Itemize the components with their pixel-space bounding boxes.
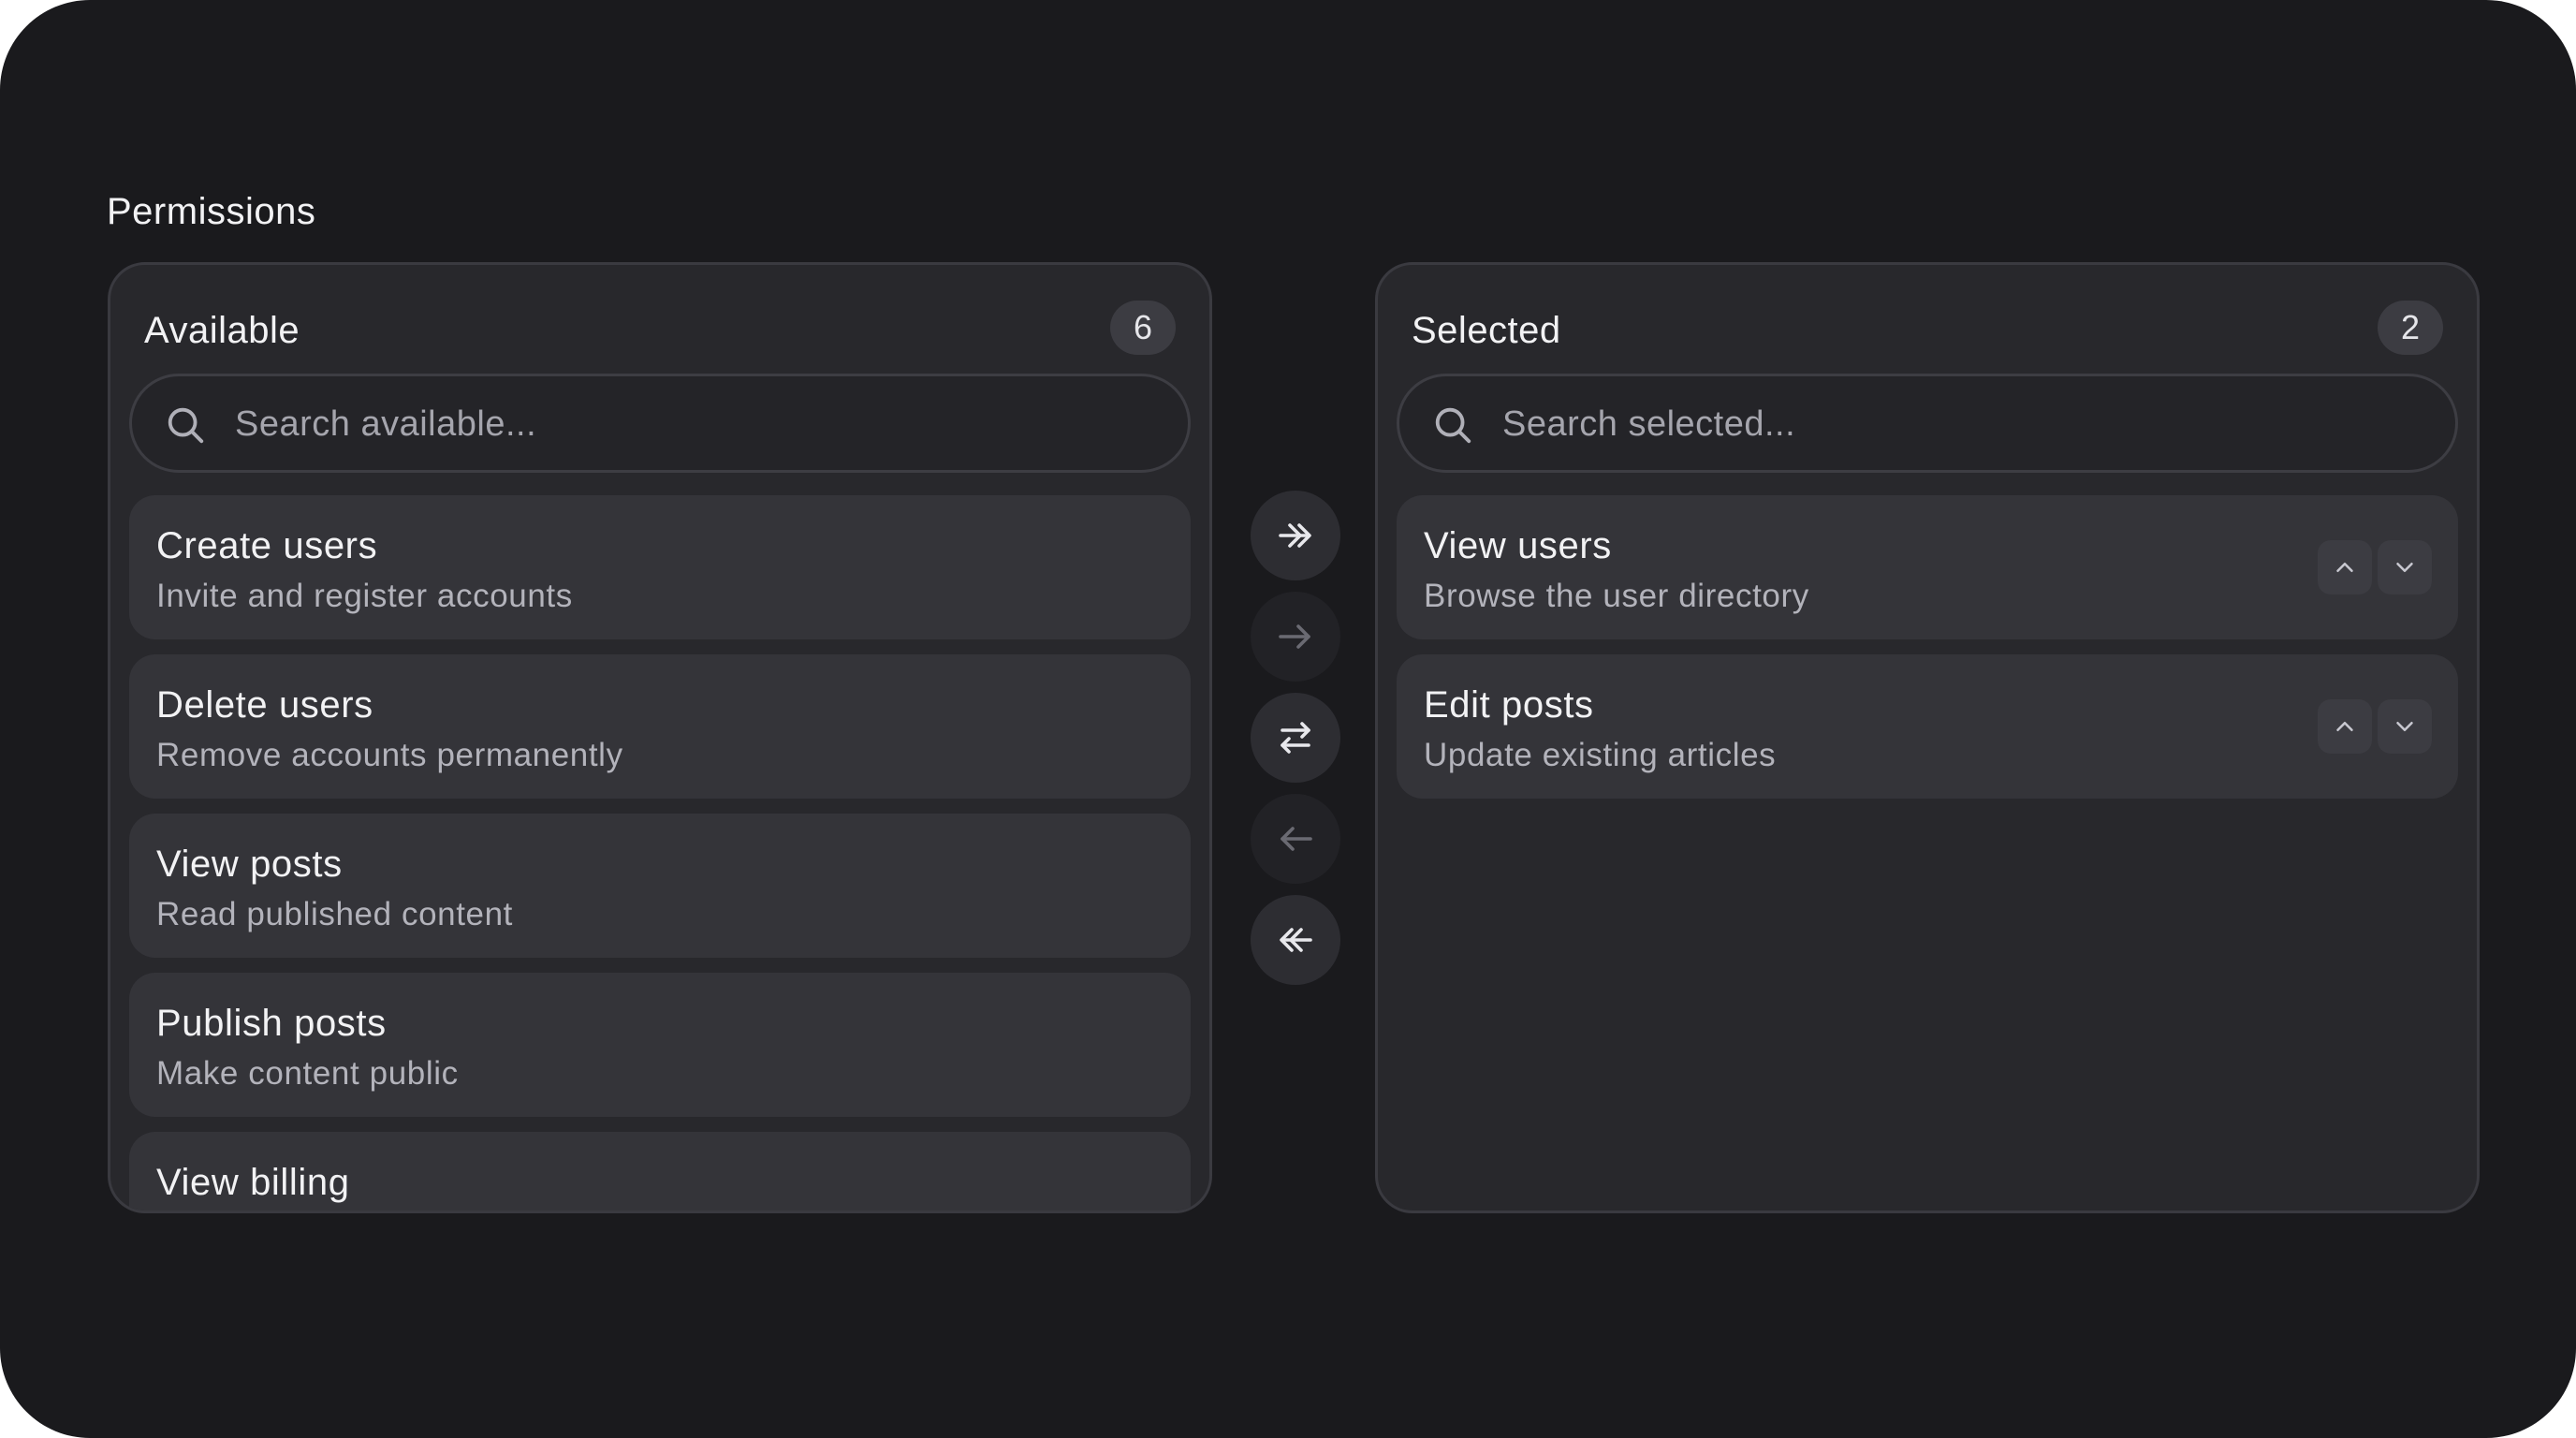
available-search-input[interactable] [233,376,1162,472]
item-description: Remove accounts permanently [156,737,623,773]
item-title: View posts [156,844,343,885]
item-description: Update existing articles [1424,737,1777,773]
section-title: Permissions [107,191,316,232]
item-title: View users [1424,525,1612,566]
item-title: Create users [156,525,378,566]
available-count-badge: 6 [1110,301,1176,355]
item-title: Edit posts [1424,684,1594,726]
available-panel: Available 6 Create users Invite and regi… [108,262,1212,1213]
selected-list: View users Browse the user directory Edi… [1397,495,2458,1211]
available-item-publish-posts[interactable]: Publish posts Make content public [129,973,1191,1117]
available-item-view-billing[interactable]: View billing [129,1132,1191,1211]
item-description: Make content public [156,1055,459,1092]
selected-search-box [1397,374,2458,473]
move-up-button[interactable] [2318,699,2372,754]
move-all-left-button[interactable] [1251,895,1340,985]
chevron-down-icon [2396,722,2413,731]
move-down-button[interactable] [2378,699,2432,754]
move-up-button[interactable] [2318,540,2372,594]
item-title: Publish posts [156,1003,387,1044]
search-icon [168,407,204,444]
arrow-right-icon [1279,624,1310,649]
chevron-up-icon [2336,563,2353,572]
arrow-left-icon [1281,827,1312,851]
selected-item-edit-posts[interactable]: Edit posts Update existing articles [1397,654,2458,799]
permissions-transfer-card: Permissions Available 6 Create users Inv… [0,0,2576,1438]
available-item-create-users[interactable]: Create users Invite and register account… [129,495,1191,639]
search-icon [1435,407,1471,444]
available-item-delete-users[interactable]: Delete users Remove accounts permanently [129,654,1191,799]
selected-count-badge: 2 [2378,301,2443,355]
move-selected-left-button[interactable] [1251,794,1340,884]
swap-arrows-icon [1281,722,1310,754]
reorder-controls [2318,699,2432,754]
chevron-up-icon [2336,722,2353,731]
selected-header: Selected [1412,310,1561,351]
item-description: Browse the user directory [1424,578,1809,614]
available-list: Create users Invite and register account… [129,495,1191,1211]
move-down-button[interactable] [2378,540,2432,594]
item-title: View billing [156,1162,350,1203]
chevron-down-icon [2396,563,2413,572]
swap-button[interactable] [1251,693,1340,783]
move-all-right-button[interactable] [1251,491,1340,580]
reorder-controls [2318,540,2432,594]
available-item-view-posts[interactable]: View posts Read published content [129,814,1191,958]
available-search-box [129,374,1191,473]
item-description: Invite and register accounts [156,578,573,614]
double-arrow-left-icon [1280,928,1312,952]
item-title: Delete users [156,684,373,726]
double-arrow-right-icon [1279,523,1311,548]
selected-search-input[interactable] [1500,376,2429,472]
move-selected-right-button[interactable] [1251,592,1340,682]
item-description: Read published content [156,896,513,932]
available-header: Available [144,310,300,351]
selected-panel: Selected 2 View users Browse the user di… [1375,262,2480,1213]
selected-item-view-users[interactable]: View users Browse the user directory [1397,495,2458,639]
